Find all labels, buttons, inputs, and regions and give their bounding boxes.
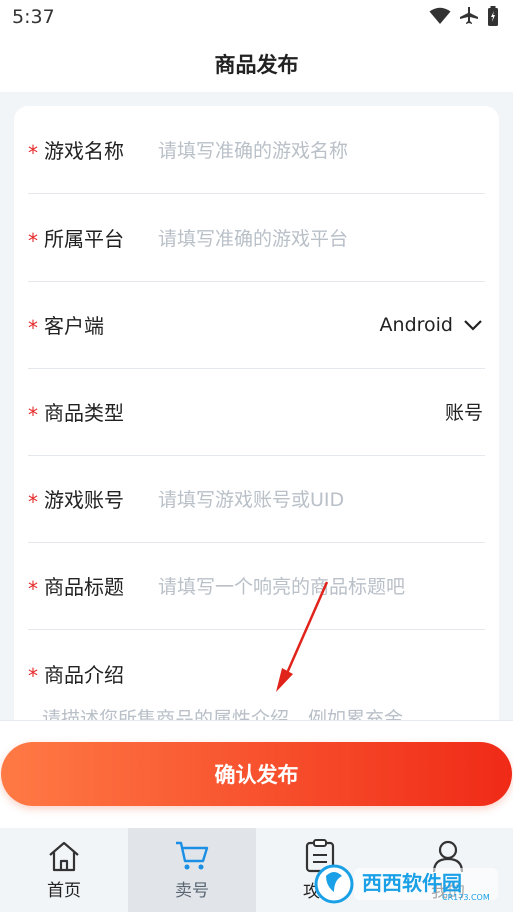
game-account-input[interactable]: 请填写游戏账号或UID (158, 485, 344, 512)
tab-home-label: 首页 (47, 880, 81, 901)
status-bar: 5:37 (0, 0, 513, 36)
client-label: 客户端 (44, 314, 104, 338)
watermark-text: 西西软件园 (362, 871, 462, 895)
platform-label: 所属平台 (44, 227, 124, 251)
confirm-publish-button[interactable]: 确认发布 (1, 742, 512, 806)
tab-sell[interactable]: 卖号 (128, 828, 256, 912)
watermark-subtext: CR173.COM (442, 893, 490, 902)
watermark-logo: 西西软件园CR173.COM (314, 864, 498, 904)
product-type-field[interactable]: * 商品类型 账号 (28, 368, 485, 456)
product-title-input[interactable]: 请填写一个响亮的商品标题吧 (158, 572, 405, 599)
battery-icon (488, 6, 498, 26)
product-title-label: 商品标题 (44, 575, 124, 599)
game-account-label: 游戏账号 (44, 488, 124, 512)
product-intro-label: 商品介绍 (44, 662, 124, 687)
game-account-field[interactable]: * 游戏账号 请填写游戏账号或UID (28, 455, 485, 543)
page-title: 商品发布 (214, 53, 299, 77)
product-title-field[interactable]: * 商品标题 请填写一个响亮的商品标题吧 (28, 542, 485, 630)
required-mark: * (28, 402, 38, 427)
status-icons (429, 6, 499, 26)
client-value: Android (379, 313, 453, 336)
game-name-input[interactable]: 请填写准确的游戏名称 (158, 136, 348, 163)
client-field[interactable]: * 客户端 Android (28, 281, 485, 369)
cart-icon (176, 841, 209, 869)
required-mark: * (28, 228, 38, 253)
status-time: 5:37 (12, 6, 55, 28)
tab-home[interactable]: 首页 (0, 828, 128, 912)
home-icon (49, 841, 79, 871)
required-mark: * (28, 664, 38, 688)
chevron-down-icon (464, 319, 482, 331)
required-mark: * (28, 315, 38, 340)
client-select[interactable]: Android (380, 314, 483, 336)
required-mark: * (28, 576, 38, 601)
product-type-value[interactable]: 账号 (445, 398, 483, 425)
platform-input[interactable]: 请填写准确的游戏平台 (158, 224, 348, 251)
required-mark: * (28, 489, 38, 514)
confirm-publish-label: 确认发布 (214, 763, 299, 787)
product-type-label: 商品类型 (44, 401, 124, 425)
page-header: 商品发布 (0, 36, 513, 92)
game-name-label: 游戏名称 (44, 139, 124, 163)
tab-sell-label: 卖号 (175, 880, 209, 901)
publish-form: * 游戏名称 请填写准确的游戏名称 * 所属平台 请填写准确的游戏平台 * 客户… (14, 106, 499, 746)
game-name-field[interactable]: * 游戏名称 请填写准确的游戏名称 (28, 106, 485, 194)
required-mark: * (28, 140, 38, 165)
wifi-icon (429, 7, 451, 24)
airplane-icon (460, 7, 478, 24)
platform-field[interactable]: * 所属平台 请填写准确的游戏平台 (28, 194, 485, 282)
